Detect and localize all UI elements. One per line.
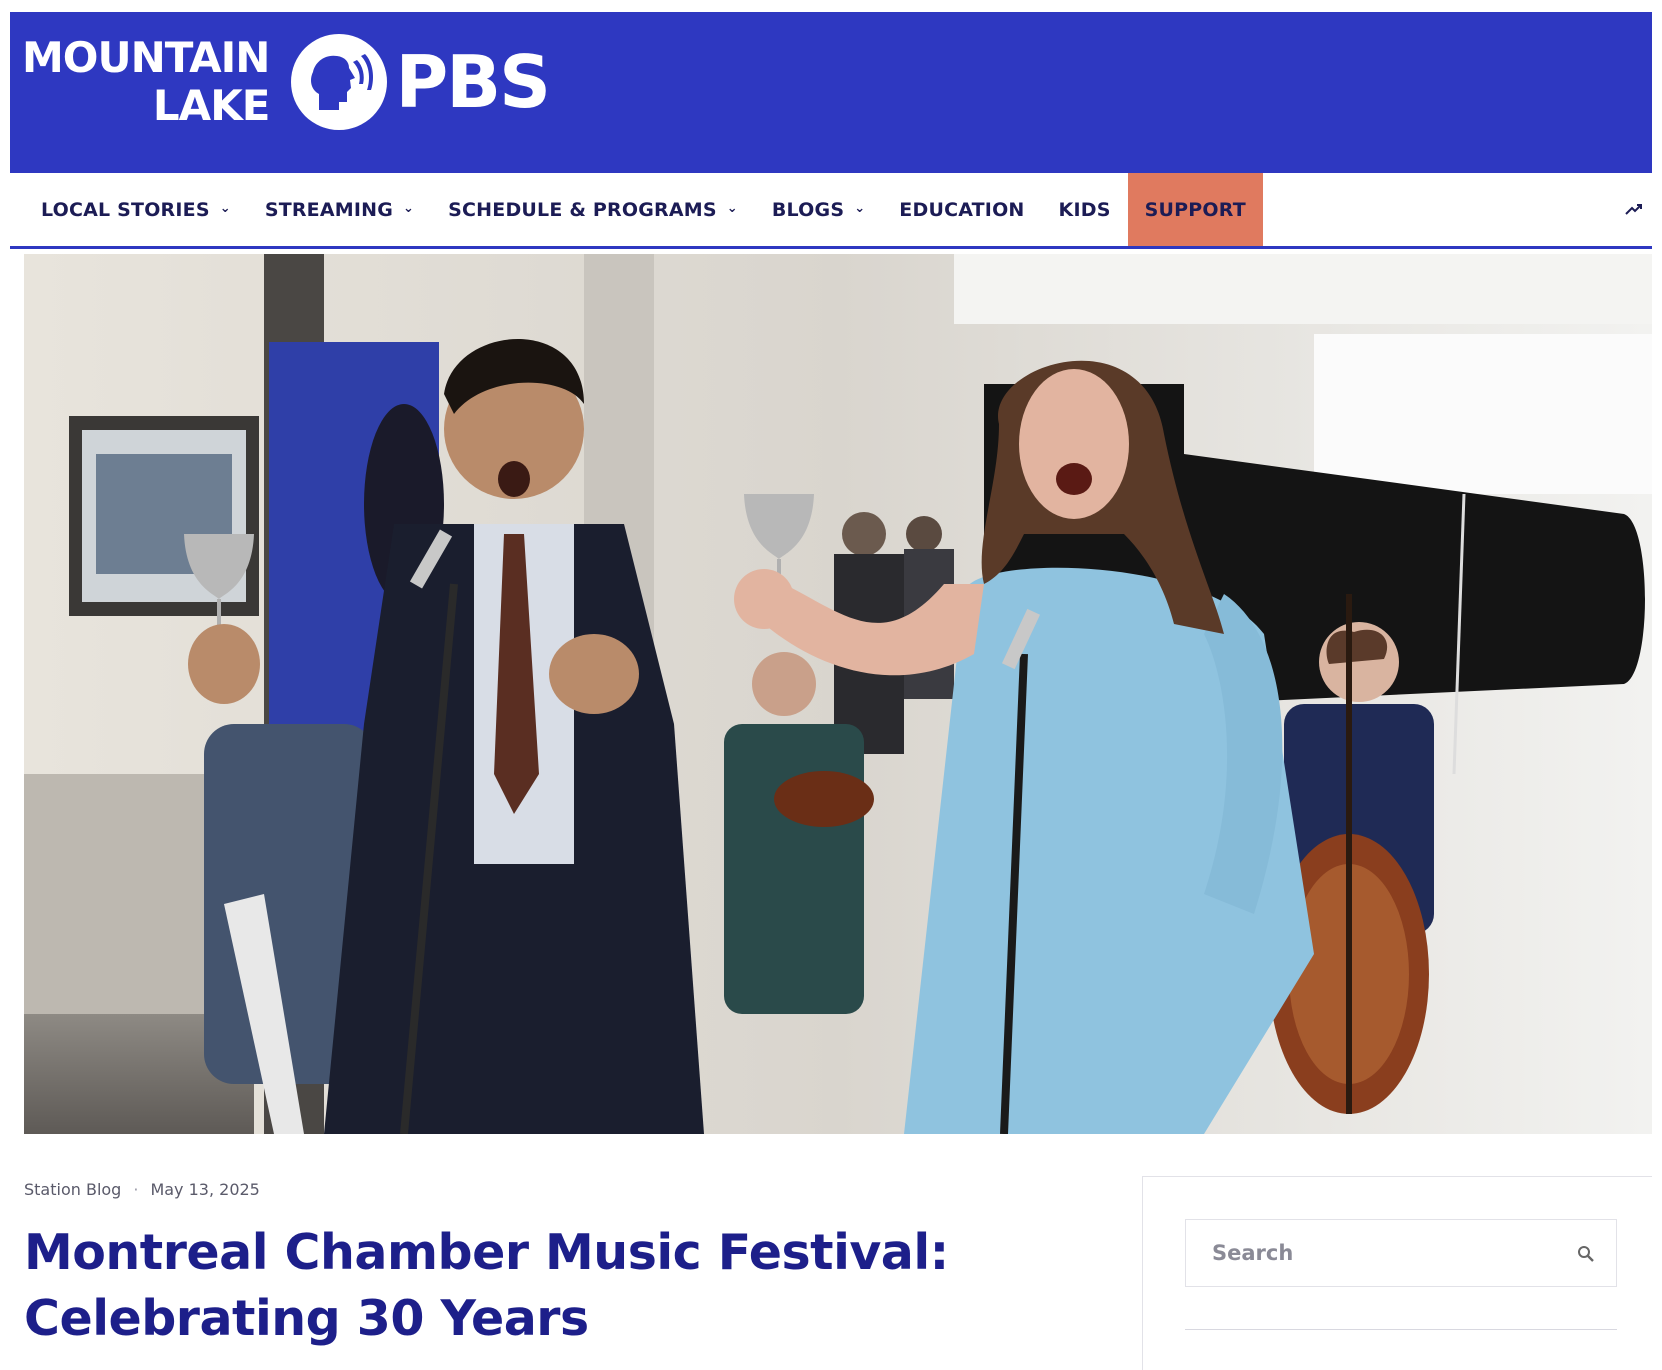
- site-logo[interactable]: MOUNTAIN LAKE PBS: [22, 22, 551, 142]
- sidebar: [1142, 1176, 1652, 1370]
- nav-kids[interactable]: KIDS: [1042, 173, 1128, 246]
- nav-local-stories[interactable]: LOCAL STORIES ⌄: [10, 173, 248, 246]
- chevron-down-icon: ⌄: [726, 201, 738, 216]
- sidebar-divider: [1185, 1329, 1617, 1330]
- chevron-down-icon: ⌄: [219, 201, 231, 216]
- logo-line-1: MOUNTAIN: [22, 33, 270, 82]
- article-date: May 13, 2025: [150, 1180, 260, 1199]
- nav-support[interactable]: SUPPORT: [1127, 173, 1263, 246]
- meta-separator: ·: [133, 1180, 139, 1199]
- search-input[interactable]: [1212, 1241, 1572, 1265]
- article-title: Montreal Chamber Music Festival: Celebra…: [24, 1220, 1104, 1352]
- hero-image: [24, 254, 1652, 1134]
- article-category-link[interactable]: Station Blog: [24, 1180, 121, 1199]
- nav-streaming[interactable]: STREAMING ⌄: [248, 173, 431, 246]
- pbs-wordmark: PBS: [395, 40, 551, 124]
- search-icon[interactable]: [1576, 1244, 1596, 1264]
- article-meta: Station Blog · May 13, 2025: [24, 1180, 260, 1199]
- logo-text: MOUNTAIN LAKE: [22, 33, 271, 130]
- nav-label: SCHEDULE & PROGRAMS: [448, 198, 717, 221]
- nav-schedule-programs[interactable]: SCHEDULE & PROGRAMS ⌄: [431, 173, 755, 246]
- nav-label: LOCAL STORIES: [41, 198, 210, 221]
- trending-icon[interactable]: [1624, 199, 1644, 219]
- chevron-down-icon: ⌄: [403, 201, 415, 216]
- chevron-down-icon: ⌄: [854, 201, 866, 216]
- nav-label: KIDS: [1058, 198, 1111, 221]
- nav-label: SUPPORT: [1144, 198, 1246, 221]
- article-title-line-2: Celebrating 30 Years: [24, 1290, 589, 1347]
- article-title-line-1: Montreal Chamber Music Festival:: [24, 1224, 949, 1281]
- nav-label: EDUCATION: [899, 198, 1025, 221]
- nav-label: STREAMING: [264, 198, 394, 221]
- nav-label: BLOGS: [771, 198, 845, 221]
- nav-education[interactable]: EDUCATION: [882, 173, 1041, 246]
- logo-line-2: LAKE: [152, 81, 271, 130]
- main-nav: LOCAL STORIES ⌄ STREAMING ⌄ SCHEDULE & P…: [10, 173, 1652, 249]
- nav-blogs[interactable]: BLOGS ⌄: [755, 173, 882, 246]
- hero-photo-illustration: [24, 254, 1652, 1134]
- pbs-head-logo-icon: [291, 34, 388, 130]
- search-box: [1185, 1219, 1617, 1287]
- site-header: MOUNTAIN LAKE PBS: [10, 12, 1652, 173]
